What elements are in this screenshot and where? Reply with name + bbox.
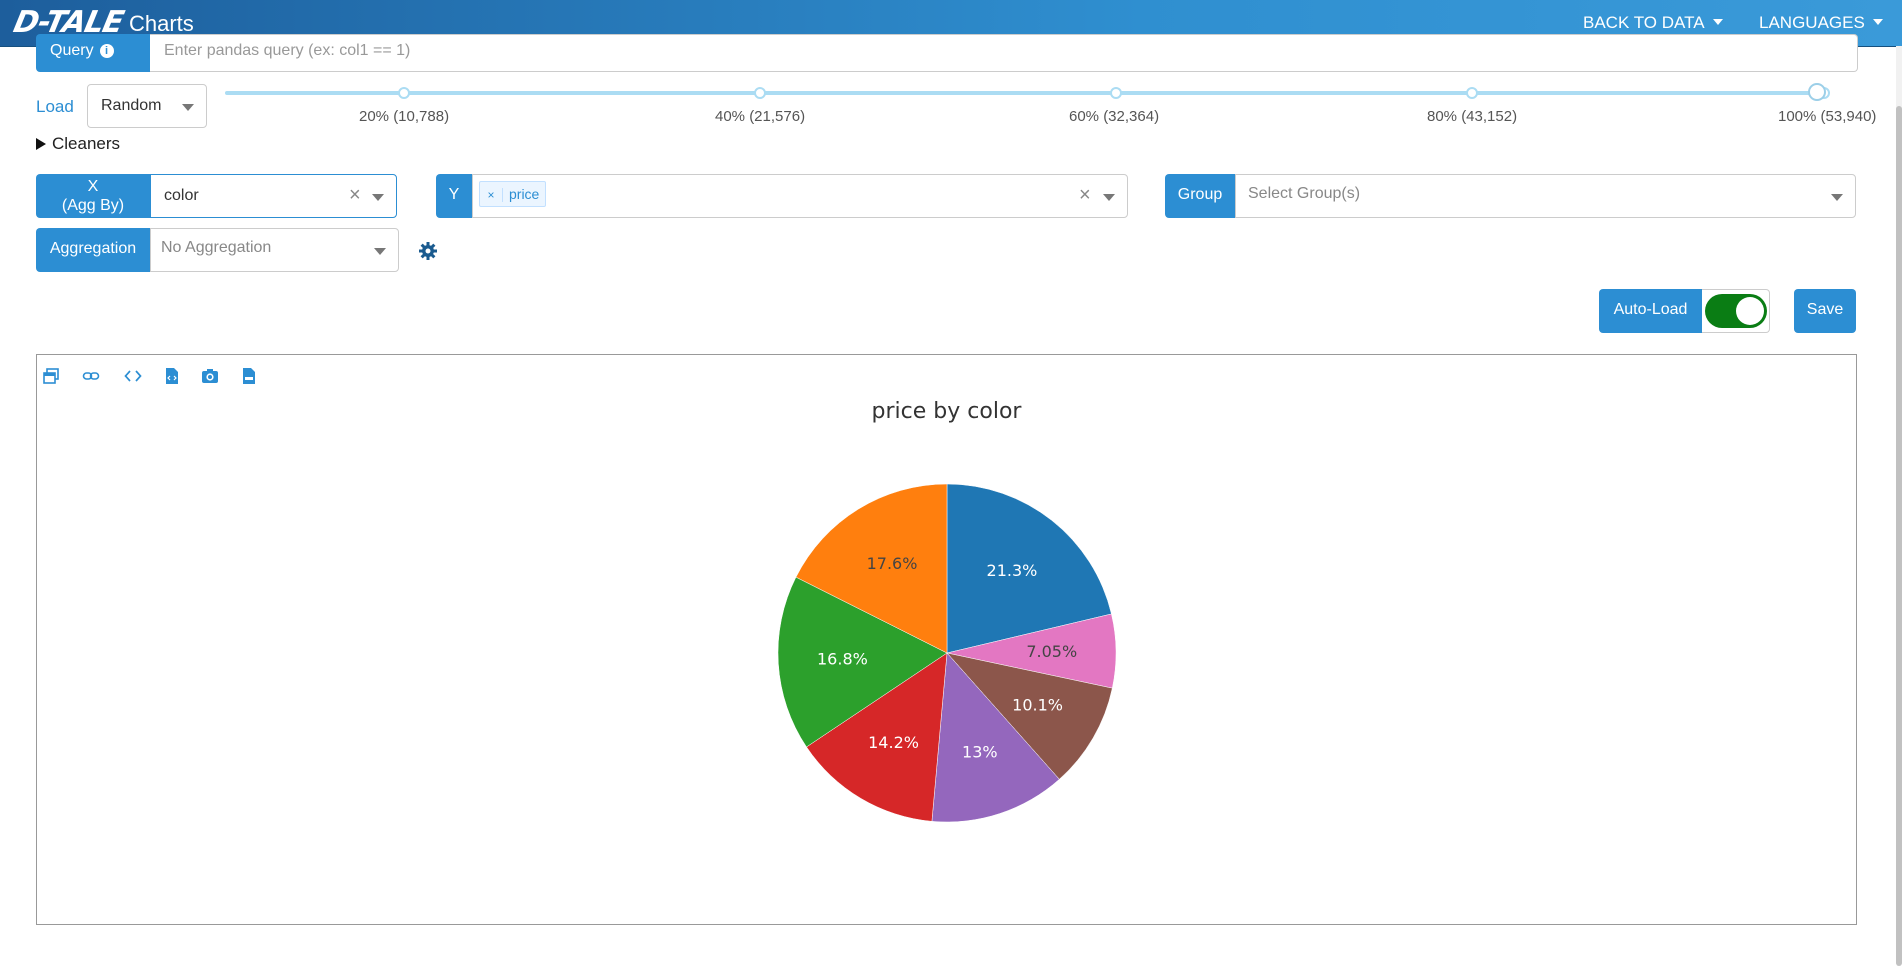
query-row: Query i Enter pandas query (ex: col1 == 1… <box>36 34 1858 72</box>
cleaners-toggle[interactable]: Cleaners <box>36 134 120 154</box>
remove-tag-icon[interactable]: × <box>480 188 503 202</box>
load-slider-handle[interactable] <box>1808 83 1826 101</box>
y-tag-label: price <box>509 186 540 202</box>
load-select[interactable]: Random <box>87 84 207 128</box>
back-to-data-menu[interactable]: BACK TO DATA <box>1583 13 1723 33</box>
pie-slice-label: 13% <box>962 743 998 762</box>
pie-slice-label: 10.1% <box>1012 696 1063 715</box>
aggregation-label: Aggregation <box>36 228 150 272</box>
y-tag: × price <box>479 181 547 207</box>
query-label: Query i <box>36 34 150 72</box>
x-field-select[interactable]: color × <box>150 174 397 218</box>
autoload-toggle[interactable] <box>1705 294 1767 328</box>
info-icon[interactable]: i <box>99 44 114 58</box>
query-label-text: Query <box>50 42 94 59</box>
gear-icon[interactable] <box>418 241 438 261</box>
scrollbar-thumb[interactable] <box>1896 106 1902 966</box>
slider-mark[interactable]: 20% (10,788) <box>359 108 449 125</box>
load-select-value: Random <box>101 97 162 114</box>
aggregation-value: No Aggregation <box>161 239 272 256</box>
slider-mark[interactable]: 60% (32,364) <box>1069 108 1159 125</box>
y-field-label: Y <box>436 174 472 218</box>
chevron-down-icon[interactable] <box>1103 194 1115 201</box>
autoload-switch-container <box>1702 289 1770 333</box>
x-field-label: X (Agg By) <box>36 174 150 218</box>
slider-mark[interactable]: 40% (21,576) <box>715 108 805 125</box>
page-scrollbar[interactable] <box>1896 46 1902 966</box>
pie-slice-label: 7.05% <box>1026 642 1077 661</box>
autoload-label: Auto-Load <box>1599 289 1702 333</box>
pie-slice-label: 21.3% <box>987 561 1038 580</box>
caret-right-icon <box>36 138 46 150</box>
toggle-knob <box>1736 297 1764 325</box>
back-to-data-label: BACK TO DATA <box>1583 13 1705 32</box>
clear-icon[interactable]: × <box>1079 185 1091 205</box>
slider-mark[interactable]: 100% (53,940) <box>1778 108 1876 125</box>
page-title: Charts <box>129 11 194 36</box>
chevron-down-icon <box>182 104 194 111</box>
pie-slice-label: 16.8% <box>817 649 868 668</box>
slider-dot[interactable] <box>1110 87 1122 99</box>
cleaners-label: Cleaners <box>52 134 121 153</box>
slider-dot[interactable] <box>754 87 766 99</box>
chevron-down-icon[interactable] <box>374 248 386 255</box>
group-field-placeholder: Select Group(s) <box>1248 185 1361 202</box>
group-field-label: Group <box>1165 174 1235 218</box>
x-field-value: color <box>164 187 199 204</box>
gear-icon-svg <box>419 242 437 260</box>
chevron-down-icon <box>1712 19 1723 25</box>
pie-slice-label: 17.6% <box>867 554 918 573</box>
save-button[interactable]: Save <box>1794 289 1856 333</box>
slider-dot[interactable] <box>398 87 410 99</box>
chevron-down-icon[interactable] <box>1831 194 1843 201</box>
slider-mark[interactable]: 80% (43,152) <box>1427 108 1517 125</box>
query-input[interactable]: Enter pandas query (ex: col1 == 1) <box>150 34 1858 72</box>
pie-chart: 21.3% 7.05% 10.1% 13% 14.2% 16.8% 17.6% <box>777 483 1117 823</box>
load-slider-track[interactable] <box>225 91 1825 95</box>
chart-panel: price by color 21.3% 7.05% 10.1% 13% 14.2% 16… <box>36 354 1857 925</box>
x-field-label-line2: (Agg By) <box>61 197 125 214</box>
clear-icon[interactable]: × <box>349 185 361 205</box>
y-field-select[interactable]: × <box>472 174 1128 218</box>
aggregation-select[interactable]: No Aggregation <box>150 228 399 272</box>
group-field-select[interactable]: Select Group(s) <box>1235 174 1856 218</box>
languages-label: LANGUAGES <box>1759 13 1865 32</box>
x-field-label-line1: X <box>87 178 99 195</box>
languages-menu[interactable]: LANGUAGES <box>1759 13 1883 33</box>
chevron-down-icon[interactable] <box>372 194 384 201</box>
chevron-down-icon <box>1872 19 1883 25</box>
pie-slice-label: 14.2% <box>868 733 919 752</box>
slider-dot[interactable] <box>1466 87 1478 99</box>
load-label: Load <box>36 97 74 116</box>
